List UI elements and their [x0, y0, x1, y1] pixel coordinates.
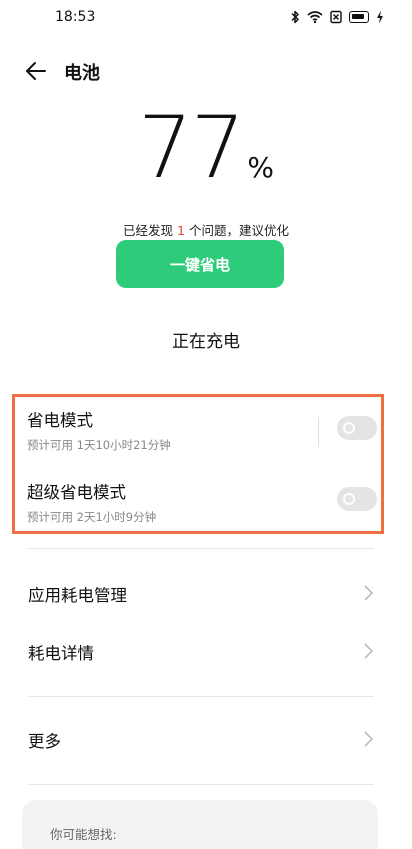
toggle-knob — [343, 493, 355, 505]
issue-suffix: 个问题，建议优化 — [188, 223, 289, 238]
app-power-management-label: 应用耗电管理 — [28, 586, 127, 605]
battery-percent: 77% — [0, 98, 412, 198]
power-details-item[interactable]: 耗电详情 — [28, 632, 378, 672]
super-power-saving-mode-toggle[interactable] — [337, 487, 377, 511]
more-item[interactable]: 更多 — [28, 720, 378, 760]
sim-off-icon — [330, 10, 342, 24]
status-time: 18:53 — [55, 9, 96, 25]
status-icons — [290, 10, 384, 24]
power-saving-mode-toggle[interactable] — [337, 416, 377, 440]
issue-prefix: 已经发现 — [123, 223, 174, 238]
page-title: 电池 — [64, 63, 100, 84]
wifi-icon — [307, 11, 323, 24]
charging-bolt-icon — [377, 10, 383, 24]
chevron-right-icon — [364, 731, 374, 747]
header: 电池 — [0, 54, 412, 88]
battery-icon — [349, 11, 369, 23]
one-tap-save-button[interactable]: 一键省电 — [116, 240, 284, 288]
power-saving-mode-estimate: 预计可用 1天10小时21分钟 — [27, 438, 171, 452]
toggle-knob — [343, 422, 355, 434]
battery-percent-value: 77 — [137, 98, 245, 198]
power-saving-mode-row[interactable]: 省电模式 预计可用 1天10小时21分钟 — [27, 407, 377, 463]
bluetooth-icon — [291, 10, 299, 24]
app-power-management-item[interactable]: 应用耗电管理 — [28, 574, 378, 614]
issue-count: 1 — [177, 223, 185, 238]
mode-divider — [318, 417, 319, 447]
suggestions-label: 你可能想找: — [50, 827, 117, 842]
super-power-saving-mode-title: 超级省电模式 — [27, 483, 126, 502]
more-label: 更多 — [28, 732, 61, 751]
back-arrow-icon[interactable] — [24, 60, 48, 82]
section-divider — [28, 548, 374, 549]
issue-message: 已经发现 1 个问题，建议优化 — [0, 220, 412, 239]
super-power-saving-mode-row[interactable]: 超级省电模式 预计可用 2天1小时9分钟 — [27, 479, 377, 535]
super-power-saving-mode-estimate: 预计可用 2天1小时9分钟 — [27, 510, 157, 524]
battery-percent-sign: % — [247, 151, 275, 184]
chevron-right-icon — [364, 643, 374, 659]
chevron-right-icon — [364, 585, 374, 601]
section-divider — [28, 784, 374, 785]
power-mode-panel: 省电模式 预计可用 1天10小时21分钟 超级省电模式 预计可用 2天1小时9分… — [12, 394, 384, 534]
power-saving-mode-title: 省电模式 — [27, 411, 93, 430]
charging-status: 正在充电 — [172, 332, 240, 352]
status-bar: 18:53 — [0, 0, 412, 36]
suggestions-card: 你可能想找: — [22, 800, 378, 849]
section-divider — [28, 696, 374, 697]
power-details-label: 耗电详情 — [28, 644, 94, 663]
